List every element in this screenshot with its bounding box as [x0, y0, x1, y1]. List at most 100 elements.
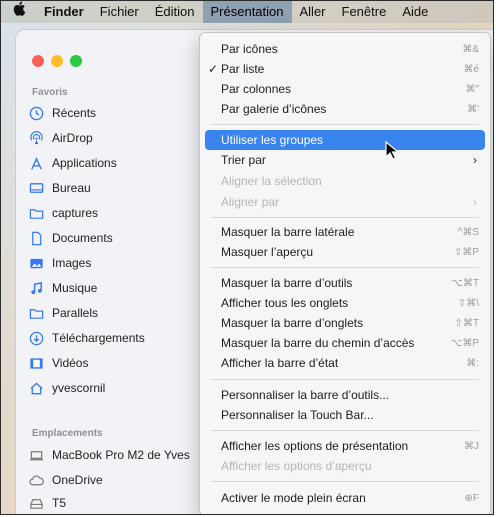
- folder-icon: [28, 205, 44, 221]
- menu-item-plein-ecran[interactable]: Activer le mode plein écran ⊕F: [205, 488, 485, 508]
- menu-item-par-colonnes[interactable]: Par colonnes ⌘": [205, 79, 485, 99]
- menu-item-trier-par[interactable]: Trier par ›: [205, 150, 485, 170]
- sidebar-item-recents[interactable]: Récents: [28, 102, 96, 124]
- presentation-menu: Par icônes ⌘& ✓ Par liste ⌘é Par colonne…: [199, 32, 491, 514]
- window-controls: [32, 55, 82, 67]
- sidebar-item-images[interactable]: Images: [28, 252, 91, 274]
- clock-icon: [28, 105, 44, 121]
- menu-item-options-apercu: Afficher les options d’aperçu: [205, 456, 485, 476]
- shortcut-label: ⇧⌘\: [457, 297, 479, 309]
- sidebar-item-applications[interactable]: Applications: [28, 152, 117, 174]
- menu-item-label: Afficher la barre d’état: [221, 356, 339, 370]
- shortcut-label: ⌘&: [462, 43, 479, 55]
- menu-edition[interactable]: Édition: [147, 1, 203, 23]
- menu-item-masquer-apercu[interactable]: Masquer l’aperçu ⇧⌘P: [205, 242, 485, 262]
- menu-fenetre[interactable]: Fenêtre: [334, 1, 395, 23]
- sidebar-item-label: Parallels: [52, 306, 99, 320]
- sidebar-item-t5[interactable]: T5: [28, 492, 66, 514]
- menu-item-label: Personnaliser la Touch Bar...: [221, 408, 374, 422]
- menu-item-label: Afficher les options d’aperçu: [221, 459, 372, 473]
- apple-menu-icon[interactable]: [1, 1, 36, 23]
- menu-item-masquer-barre-outils[interactable]: Masquer la barre d’outils ⌥⌘T: [205, 273, 485, 293]
- sidebar-item-label: Téléchargements: [52, 331, 145, 345]
- desktop-icon: [28, 180, 44, 196]
- sidebar-item-label: yvescornil: [52, 381, 106, 395]
- menu-separator: [211, 124, 479, 125]
- menu-separator: [211, 481, 479, 482]
- menu-item-label: Masquer la barre d’outils: [221, 276, 353, 290]
- menu-item-personnaliser-barre-outils[interactable]: Personnaliser la barre d’outils...: [205, 385, 485, 405]
- sidebar-item-label: Bureau: [52, 181, 91, 195]
- menu-item-masquer-barre-onglets[interactable]: Masquer la barre d’onglets ⇧⌘T: [205, 313, 485, 333]
- shortcut-label: ⌘': [467, 103, 479, 115]
- menu-item-utiliser-groupes[interactable]: Utiliser les groupes: [205, 130, 485, 150]
- sidebar-item-label: Documents: [52, 231, 113, 245]
- menu-item-label: Masquer l’aperçu: [221, 245, 314, 259]
- mouse-cursor-icon: [385, 141, 400, 160]
- menu-item-par-icones[interactable]: Par icônes ⌘&: [205, 39, 485, 59]
- menu-item-par-galerie[interactable]: Par galerie d’icônes ⌘': [205, 99, 485, 119]
- shortcut-label: ⌘": [465, 83, 479, 95]
- sidebar-item-yvescornil[interactable]: yvescornil: [28, 377, 105, 399]
- sidebar-item-captures[interactable]: captures: [28, 202, 98, 224]
- menu-item-par-liste[interactable]: ✓ Par liste ⌘é: [205, 59, 485, 79]
- minimize-button[interactable]: [51, 55, 63, 67]
- menu-separator: [211, 430, 479, 431]
- menu-finder[interactable]: Finder: [36, 1, 92, 23]
- sidebar-item-documents[interactable]: Documents: [28, 227, 113, 249]
- photo-icon: [28, 255, 44, 271]
- sidebar-item-bureau[interactable]: Bureau: [28, 177, 91, 199]
- sidebar-item-label: Récents: [52, 106, 97, 120]
- menu-item-afficher-onglets[interactable]: Afficher tous les onglets ⇧⌘\: [205, 293, 485, 313]
- menu-separator: [211, 217, 479, 218]
- sidebar-item-airdrop[interactable]: AirDrop: [28, 127, 93, 149]
- shortcut-label: ⌥⌘T: [451, 277, 479, 289]
- menu-item-personnaliser-touch-bar[interactable]: Personnaliser la Touch Bar...: [205, 405, 485, 425]
- menu-item-label: Afficher les options de présentation: [221, 439, 409, 453]
- menu-item-label: Par liste: [221, 62, 265, 76]
- sidebar-item-label: captures: [52, 206, 99, 220]
- checkmark-icon: ✓: [208, 62, 219, 76]
- favorites-header: Favoris: [32, 87, 68, 98]
- sidebar-item-videos[interactable]: Vidéos: [28, 352, 88, 374]
- download-icon: [28, 330, 44, 346]
- sidebar-item-onedrive[interactable]: OneDrive: [28, 469, 103, 491]
- menu-presentation[interactable]: Présentation: [202, 1, 292, 23]
- shortcut-label: ⌘é: [463, 63, 479, 75]
- menu-bar: Finder Fichier Édition Présentation Alle…: [1, 1, 493, 23]
- menu-aide[interactable]: Aide: [394, 1, 436, 23]
- sidebar-item-label: AirDrop: [52, 131, 93, 145]
- menu-item-label: Activer le mode plein écran: [221, 491, 366, 505]
- sidebar-item-parallels[interactable]: Parallels: [28, 302, 98, 324]
- music-icon: [28, 280, 44, 296]
- sidebar-item-musique[interactable]: Musique: [28, 277, 97, 299]
- menu-item-label: Par galerie d’icônes: [221, 102, 327, 116]
- cloud-icon: [28, 472, 44, 488]
- menu-item-label: Personnaliser la barre d’outils...: [221, 388, 390, 402]
- menu-item-label: Aligner par: [221, 195, 280, 209]
- chevron-right-icon: ›: [473, 195, 477, 209]
- film-icon: [28, 355, 44, 371]
- laptop-icon: [28, 447, 44, 463]
- sidebar-item-telechargements[interactable]: Téléchargements: [28, 327, 145, 349]
- window-edge-text: ›: [492, 57, 493, 71]
- sidebar-item-macbook[interactable]: MacBook Pro M2 de Yves: [28, 444, 190, 466]
- menu-item-masquer-barre-laterale[interactable]: Masquer la barre latérale ^⌘S: [205, 222, 485, 242]
- sidebar-item-label: Applications: [52, 156, 117, 170]
- close-button[interactable]: [32, 55, 44, 67]
- screen: Finder Fichier Édition Présentation Alle…: [0, 0, 494, 515]
- shortcut-label: ⌘J: [464, 440, 479, 452]
- shortcut-label: ⊕F: [464, 492, 480, 504]
- locations-header: Emplacements: [32, 428, 103, 439]
- menu-item-label: Afficher tous les onglets: [221, 296, 349, 310]
- menu-aller[interactable]: Aller: [292, 1, 334, 23]
- menu-item-masquer-chemin[interactable]: Masquer la barre du chemin d’accès ⌥⌘P: [205, 333, 485, 353]
- shortcut-label: ⇧⌘P: [453, 246, 479, 258]
- menu-fichier[interactable]: Fichier: [92, 1, 147, 23]
- menu-item-options-presentation[interactable]: Afficher les options de présentation ⌘J: [205, 436, 485, 456]
- shortcut-label: ^⌘S: [457, 226, 479, 238]
- folder-icon: [28, 305, 44, 321]
- zoom-button[interactable]: [70, 55, 82, 67]
- menu-item-afficher-barre-etat[interactable]: Afficher la barre d’état ⌘:: [205, 353, 485, 373]
- sidebar-item-label: Images: [52, 256, 92, 270]
